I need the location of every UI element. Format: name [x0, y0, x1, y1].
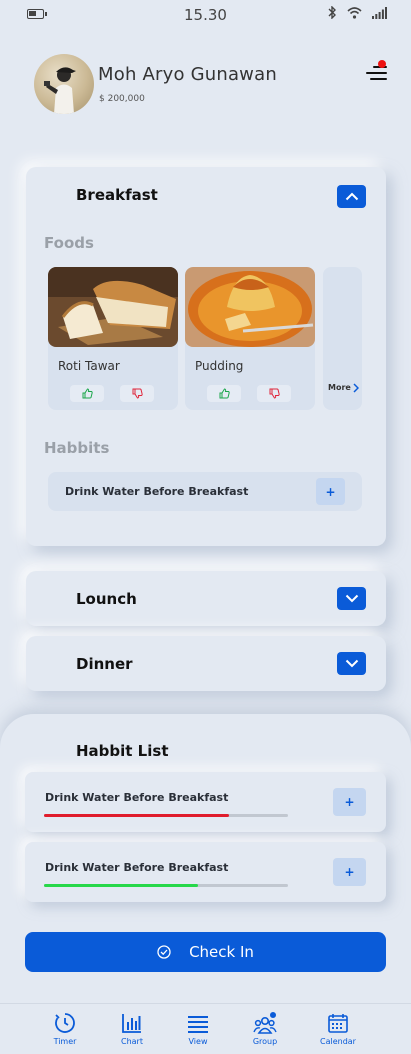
habbit-progress-track [44, 814, 288, 817]
habbit-list-item-label: Drink Water Before Breakfast [45, 791, 229, 804]
lounch-expand-button[interactable] [337, 587, 366, 610]
foods-label: Foods [44, 234, 94, 252]
user-balance: $ 200,000 [99, 94, 145, 104]
add-habit-button[interactable]: + [316, 478, 345, 505]
thumbs-up-icon [219, 388, 230, 399]
nav-group[interactable]: Group [235, 1012, 295, 1046]
calendar-icon [328, 1014, 348, 1033]
more-foods-button[interactable]: More [323, 267, 362, 410]
chevron-down-icon [345, 659, 358, 668]
breakfast-card: Breakfast Foods Roti Tawar Pudding More … [26, 167, 386, 546]
nav-calendar[interactable]: Calendar [308, 1012, 368, 1046]
user-name: Moh Aryo Gunawan [98, 64, 277, 85]
nav-chart[interactable]: Chart [102, 1012, 162, 1046]
signal-icon [372, 6, 387, 19]
food-name: Pudding [195, 359, 244, 373]
dislike-button[interactable] [257, 385, 291, 402]
view-list-icon [188, 1016, 208, 1033]
habbit-list-item-label: Drink Water Before Breakfast [45, 861, 229, 874]
menu-line [370, 78, 387, 81]
chart-icon [122, 1014, 141, 1033]
lounch-card[interactable]: Lounch [26, 571, 386, 626]
bluetooth-icon [328, 6, 336, 19]
habbit-list-title: Habbit List [76, 742, 169, 760]
breakfast-collapse-button[interactable] [337, 185, 366, 208]
status-bar: 15.30 [0, 0, 411, 30]
thumbs-down-icon [269, 388, 280, 399]
dinner-card[interactable]: Dinner [26, 636, 386, 691]
add-habbit-button[interactable]: + [333, 858, 366, 886]
like-button[interactable] [70, 385, 104, 402]
menu-line [366, 72, 387, 75]
habbit-progress-fill [44, 814, 230, 817]
chevron-right-icon [353, 383, 359, 393]
check-in-button[interactable]: Check In [25, 932, 386, 972]
bottom-nav: Timer Chart View Group Calendar [0, 1003, 411, 1054]
nav-label: View [188, 1037, 208, 1046]
dinner-expand-button[interactable] [337, 652, 366, 675]
thumbs-up-icon [82, 388, 93, 399]
habbit-list-item: Drink Water Before Breakfast + [25, 772, 386, 832]
chevron-down-icon [345, 594, 358, 603]
food-card-roti-tawar[interactable]: Roti Tawar [48, 267, 178, 410]
habbits-label: Habbits [44, 439, 110, 457]
roti-tawar-image [48, 267, 178, 347]
nav-label: Chart [121, 1037, 143, 1046]
habbit-progress-fill [44, 884, 198, 887]
menu-button[interactable] [364, 60, 390, 86]
timer-icon [55, 1013, 75, 1033]
habbit-list-item: Drink Water Before Breakfast + [25, 842, 386, 902]
nav-timer[interactable]: Timer [35, 1012, 95, 1046]
chevron-up-icon [345, 192, 358, 201]
thumbs-down-icon [132, 388, 143, 399]
dinner-title: Dinner [76, 655, 133, 673]
lounch-title: Lounch [76, 590, 137, 608]
dislike-button[interactable] [120, 385, 154, 402]
nav-label: Timer [53, 1037, 77, 1046]
check-circle-icon [157, 945, 171, 959]
pudding-image [185, 267, 315, 347]
add-habbit-button[interactable]: + [333, 788, 366, 816]
more-label: More [328, 383, 351, 392]
habit-label: Drink Water Before Breakfast [65, 485, 249, 498]
breakfast-title: Breakfast [76, 186, 158, 204]
nav-label: Calendar [320, 1037, 356, 1046]
group-icon [253, 1012, 277, 1034]
check-in-label: Check In [189, 943, 254, 961]
status-icons [327, 6, 387, 19]
wifi-icon [347, 6, 362, 19]
food-card-pudding[interactable]: Pudding [185, 267, 315, 410]
notification-dot [378, 60, 386, 68]
breakfast-habit-row: Drink Water Before Breakfast + [48, 472, 362, 511]
like-button[interactable] [207, 385, 241, 402]
nav-label: Group [252, 1037, 278, 1046]
habbit-progress-track [44, 884, 288, 887]
food-name: Roti Tawar [58, 359, 120, 373]
nav-view[interactable]: View [168, 1012, 228, 1046]
avatar[interactable] [34, 54, 94, 114]
